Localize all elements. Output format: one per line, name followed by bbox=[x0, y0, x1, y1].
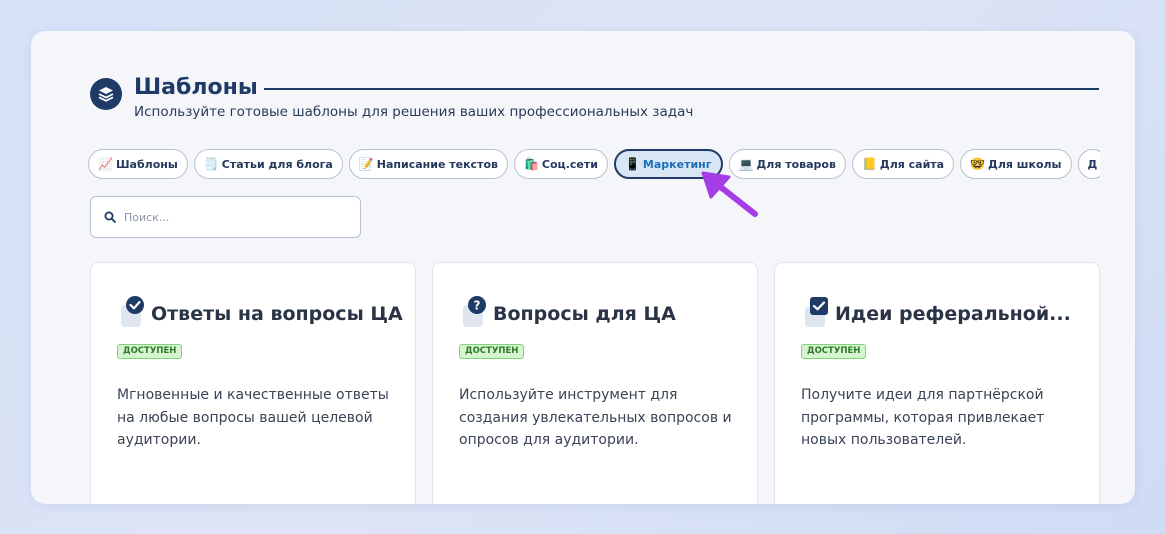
memo-icon: 📝 bbox=[358, 157, 374, 171]
layers-icon bbox=[90, 78, 122, 110]
ledger-icon: 📒 bbox=[861, 157, 877, 171]
card-title: Вопросы для ЦА bbox=[493, 303, 676, 325]
status-badge: ДОСТУПЕН bbox=[459, 344, 525, 359]
search-field[interactable] bbox=[90, 196, 361, 238]
card-description: Получите идеи для партнёрской программы,… bbox=[801, 387, 1045, 448]
tab-more[interactable]: Д bbox=[1077, 149, 1100, 179]
chart-icon: 📈 bbox=[98, 157, 113, 171]
tab-social[interactable]: 🛍️ Соц.сети bbox=[513, 149, 608, 179]
tab-copywriting[interactable]: 📝 Написание текстов bbox=[348, 149, 508, 179]
template-card[interactable]: Идеи реферальной... ДОСТУПЕН Получите ид… bbox=[774, 262, 1100, 504]
card-title: Идеи реферальной... bbox=[835, 303, 1071, 325]
title-divider bbox=[263, 87, 1099, 90]
status-badge: ДОСТУПЕН bbox=[117, 344, 183, 359]
page-subtitle: Используйте готовые шаблоны для решения … bbox=[134, 104, 694, 120]
check-box-icon bbox=[805, 297, 828, 327]
card-title: Ответы на вопросы ЦА bbox=[151, 303, 403, 325]
card-description: Мгновенные и качественные ответы на любы… bbox=[117, 387, 389, 448]
notepad-icon: 🗒️ bbox=[203, 157, 219, 171]
phone-icon: 📱 bbox=[624, 157, 640, 171]
page-title: Шаблоны bbox=[134, 75, 258, 100]
search-input[interactable] bbox=[124, 210, 324, 224]
shopping-bags-icon: 🛍️ bbox=[523, 157, 539, 171]
search-icon bbox=[104, 211, 116, 223]
template-card[interactable]: ? Вопросы для ЦА ДОСТУПЕН Используйте ин… bbox=[432, 262, 758, 504]
template-card[interactable]: Ответы на вопросы ЦА ДОСТУПЕН Мгновенные… bbox=[90, 262, 416, 504]
templates-panel: Шаблоны Используйте готовые шаблоны для … bbox=[31, 31, 1135, 504]
tab-blog-articles[interactable]: 🗒️ Статьи для блога bbox=[193, 149, 343, 179]
laptop-icon: 💻 bbox=[738, 157, 754, 171]
category-tabs: 📈 Шаблоны 🗒️ Статьи для блога 📝 Написание тек… bbox=[88, 149, 1100, 181]
svg-text:?: ? bbox=[474, 299, 481, 313]
tab-templates[interactable]: 📈 Шаблоны bbox=[88, 149, 188, 179]
status-badge: ДОСТУПЕН bbox=[801, 344, 867, 359]
nerd-face-icon: 🤓 bbox=[970, 157, 986, 171]
tab-website[interactable]: 📒 Для сайта bbox=[851, 149, 955, 179]
pointer-arrow-icon bbox=[701, 171, 758, 217]
check-circle-icon bbox=[121, 296, 144, 327]
tab-school[interactable]: 🤓 Для школы bbox=[960, 149, 1072, 179]
question-circle-icon: ? bbox=[463, 296, 486, 327]
card-description: Используйте инструмент для создания увле… bbox=[459, 387, 732, 448]
